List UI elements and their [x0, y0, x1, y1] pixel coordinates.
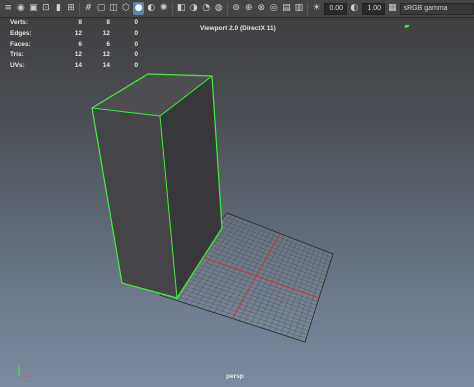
color-management-icon[interactable]: ▦: [387, 2, 398, 15]
toolbar-divider: [79, 2, 81, 15]
wireframe-icon[interactable]: ⬡: [121, 2, 132, 15]
color-space-dropdown[interactable]: sRGB gamma: [399, 2, 474, 15]
xray-active-icon[interactable]: ◎: [269, 2, 280, 15]
3d-viewport[interactable]: Verts: 8 8 0 Edges: 12 12 0 Faces: 6 6 0…: [0, 18, 474, 387]
renderer-label: Viewport 2.0 (DirectX 11): [200, 25, 276, 32]
motion-blur-icon[interactable]: ◔: [201, 2, 212, 15]
viewport-toolbar: ≡ ◉ ▣ ⊡ ▮ ⊞ # ▢ ◫ ⬡ ● ◐ ✺ ◧ ◑ ◔ ◍ ⊚ ⊕ ⊗ …: [0, 0, 474, 18]
selection-indicator-icon: ▰: [404, 23, 410, 30]
frame-all-icon[interactable]: ▣: [28, 2, 39, 15]
antialias-icon[interactable]: ◍: [214, 2, 225, 15]
image-plane-icon[interactable]: ▥: [294, 2, 305, 15]
hud-row-verts: Verts: 8 8 0: [10, 19, 138, 26]
safe-area-icon[interactable]: ◫: [108, 2, 119, 15]
exposure-field[interactable]: 0.00: [323, 2, 348, 15]
smooth-shade-icon[interactable]: ●: [133, 2, 144, 15]
bookmark-icon[interactable]: ▮: [53, 2, 64, 15]
toolbar-divider: [227, 2, 228, 15]
hud-row-tris: Tris: 12 12 0: [10, 51, 138, 59]
camera-name-label: persp: [226, 373, 244, 380]
viewport-menu-icon[interactable]: ≡: [3, 2, 14, 15]
gamma-field[interactable]: 1.00: [361, 2, 386, 15]
lights-icon[interactable]: ✺: [158, 2, 169, 15]
xray-icon[interactable]: ⊚: [231, 2, 242, 15]
axis-gizmo: [13, 365, 30, 381]
ambient-occlusion-icon[interactable]: ◑: [188, 2, 199, 15]
exposure-icon[interactable]: ☀: [311, 2, 322, 15]
camera-icon[interactable]: ◉: [16, 2, 27, 15]
toolbar-divider: [171, 2, 173, 15]
frame-selected-icon[interactable]: ⊡: [41, 2, 52, 15]
textured-icon[interactable]: ◐: [146, 2, 157, 15]
shadows-icon[interactable]: ◧: [176, 2, 187, 15]
hud-row-edges: Edges: 12 12 0: [10, 29, 138, 37]
camera-attrs-icon[interactable]: ▤: [281, 2, 292, 15]
film-icon[interactable]: ⊞: [66, 2, 77, 15]
hud-row-uvs: UVs: 14 14 0: [10, 62, 138, 70]
resolution-gate-icon[interactable]: ▢: [96, 2, 107, 15]
grid-icon[interactable]: #: [83, 2, 94, 15]
gamma-icon[interactable]: ◐: [349, 2, 360, 15]
isolate-icon[interactable]: ⊕: [243, 2, 254, 15]
scene-view: [13, 73, 334, 381]
toolbar-divider: [307, 2, 309, 15]
hud-row-faces: Faces: 6 6 0: [10, 40, 138, 48]
xray-joints-icon[interactable]: ⊗: [256, 2, 267, 15]
poly-count-hud: Verts: 8 8 0 Edges: 12 12 0 Faces: 6 6 0…: [10, 18, 138, 72]
